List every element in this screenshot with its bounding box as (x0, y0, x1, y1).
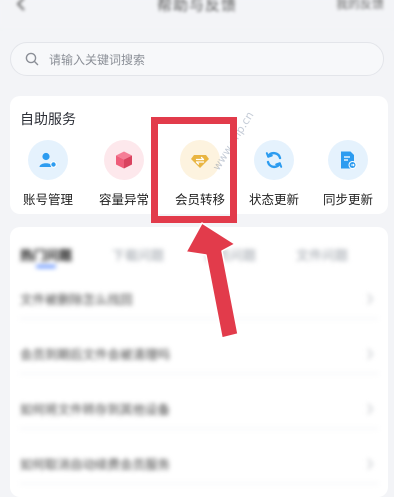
service-label: 会员转移 (174, 192, 225, 207)
faq-question: 会员到期后文件会被清理吗 (20, 347, 171, 362)
service-label: 容量异常 (98, 192, 149, 207)
refresh-icon (254, 140, 294, 180)
my-feedback-link[interactable]: 我的反馈 (336, 0, 384, 12)
faq-item[interactable]: 如何将文件转存到其他设备 (20, 389, 378, 429)
tab-member-questions[interactable]: 会员问题 (204, 245, 256, 264)
service-status-update[interactable]: 状态更新 (236, 140, 312, 210)
service-account-management[interactable]: 账号管理 (10, 140, 86, 210)
chevron-right-icon (367, 403, 373, 415)
search-bar[interactable] (10, 42, 384, 77)
chevron-right-icon (367, 458, 373, 470)
service-sync-update[interactable]: 同步更新 (310, 140, 386, 210)
service-label: 状态更新 (248, 192, 299, 207)
faq-item[interactable]: 如何取消自动续费会员服务 (20, 444, 378, 484)
self-service-title: 自助服务 (20, 112, 76, 128)
chevron-right-icon (367, 293, 373, 305)
tab-file-questions[interactable]: 文件问题 (296, 245, 348, 264)
faq-item[interactable]: 会员到期后文件会被清理吗 (20, 334, 378, 374)
active-tab-indicator (36, 265, 56, 268)
search-icon (25, 52, 39, 66)
tab-download-questions[interactable]: 下载问题 (112, 245, 164, 264)
faq-question: 如何将文件转存到其他设备 (20, 402, 171, 417)
self-service-card: 自助服务 账号管理 容量异常 会员转移 状态更新 同步更新 (10, 96, 388, 214)
faq-question: 文件被删除怎么找回 (20, 292, 133, 307)
user-gear-icon (28, 140, 68, 180)
page-title: 帮助与反馈 (156, 0, 237, 14)
top-bar: 帮助与反馈 我的反馈 (0, 0, 394, 28)
faq-question: 如何取消自动续费会员服务 (20, 457, 171, 472)
search-input[interactable] (47, 43, 371, 77)
service-label: 同步更新 (322, 192, 373, 207)
document-sync-icon (328, 140, 368, 180)
chevron-right-icon (367, 348, 373, 360)
service-label: 账号管理 (22, 192, 73, 207)
faq-card: 热门问题 下载问题 会员问题 文件问题 文件被删除怎么找回 会员到期后文件会被清… (10, 227, 388, 497)
faq-tabs: 热门问题 下载问题 会员问题 文件问题 (20, 245, 380, 269)
cube-icon (104, 140, 144, 180)
service-capacity-issue[interactable]: 容量异常 (86, 140, 162, 210)
faq-item[interactable]: 文件被删除怎么找回 (20, 279, 378, 319)
tab-hot-questions[interactable]: 热门问题 (20, 245, 72, 264)
